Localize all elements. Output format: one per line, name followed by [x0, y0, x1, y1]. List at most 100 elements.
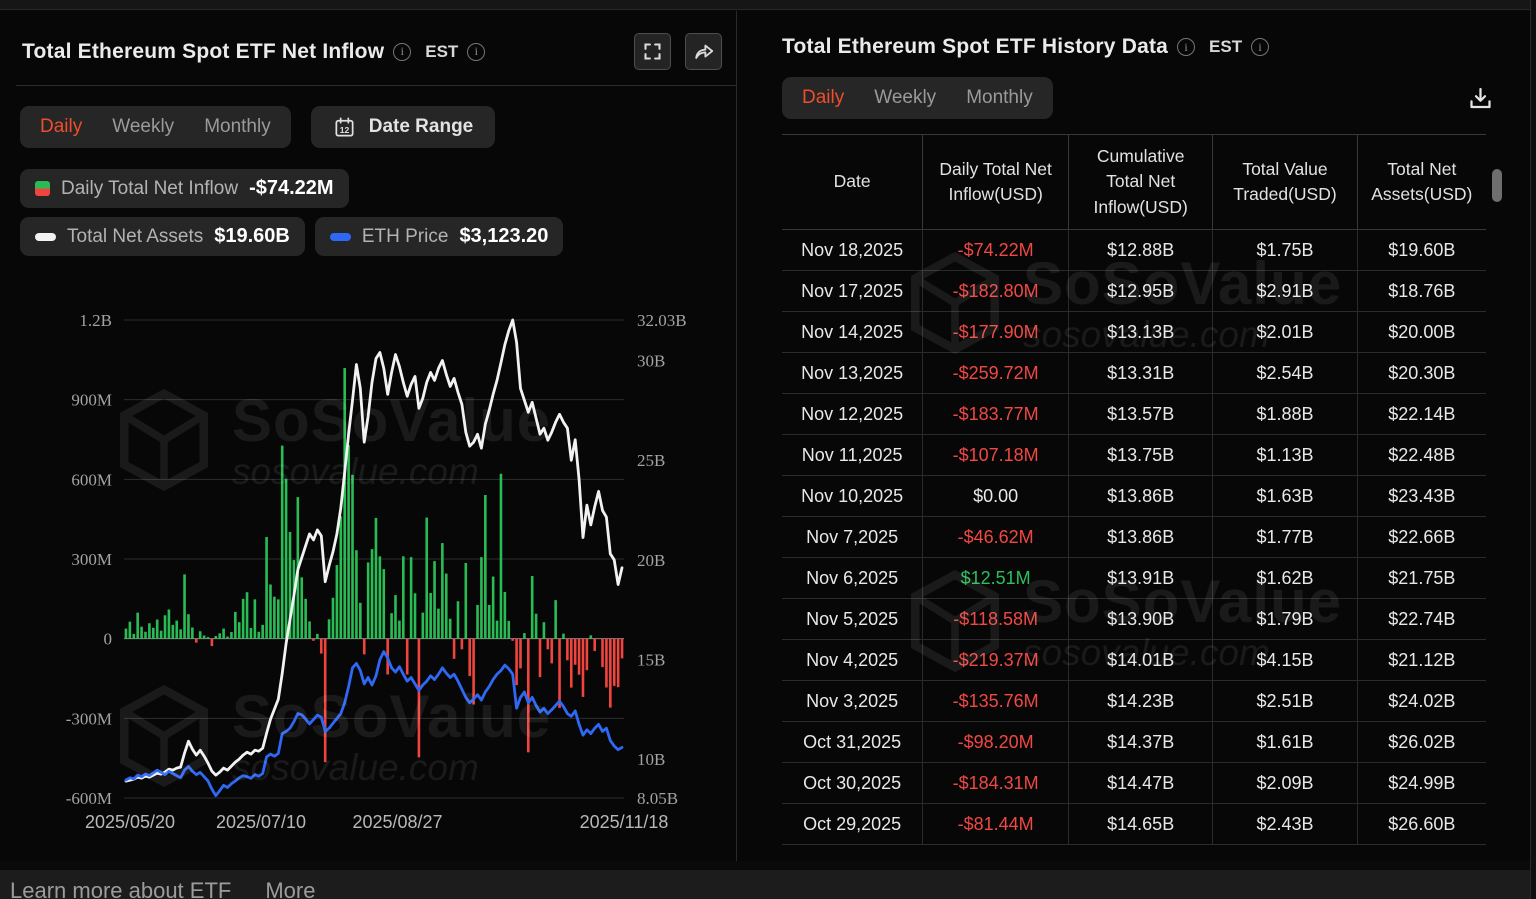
fullscreen-button[interactable]: [634, 33, 671, 70]
history-header: Total Ethereum Spot ETF History Data i E…: [782, 11, 1486, 59]
date-range-button[interactable]: 12 Date Range: [311, 106, 496, 148]
svg-text:12: 12: [339, 124, 349, 134]
blue-line-icon: [330, 233, 351, 241]
cumulative-cell: $13.13B: [1069, 312, 1213, 353]
est-label: EST: [1209, 37, 1242, 57]
info-icon[interactable]: i: [1177, 38, 1195, 56]
date-cell: Nov 6,2025: [782, 558, 923, 599]
est-info-icon[interactable]: i: [467, 43, 485, 61]
inflow-cell: -$46.62M: [923, 517, 1069, 558]
legend-net-inflow-label: Daily Total Net Inflow: [61, 178, 238, 200]
svg-text:2025/05/20: 2025/05/20: [85, 812, 175, 832]
share-button[interactable]: [685, 33, 722, 70]
inflow-cell: -$184.31M: [923, 763, 1069, 804]
assets-cell: $22.66B: [1357, 517, 1486, 558]
assets-cell: $18.76B: [1357, 271, 1486, 312]
inflow-cell: -$219.37M: [923, 640, 1069, 681]
cumulative-cell: $13.90B: [1069, 599, 1213, 640]
learn-more-text: Learn more about ETF: [10, 878, 231, 899]
tab-monthly[interactable]: Monthly: [204, 116, 271, 138]
table-row: Nov 17,2025-$182.80M$12.95B$2.91B$18.76B: [782, 271, 1486, 312]
inflow-cell: -$81.44M: [923, 804, 1069, 845]
assets-cell: $22.14B: [1357, 394, 1486, 435]
download-button[interactable]: [1467, 85, 1494, 112]
date-cell: Oct 31,2025: [782, 722, 923, 763]
inflow-cell: -$135.76M: [923, 681, 1069, 722]
svg-text:10B: 10B: [637, 750, 665, 769]
assets-cell: $19.60B: [1357, 230, 1486, 271]
date-cell: Nov 17,2025: [782, 271, 923, 312]
assets-cell: $20.30B: [1357, 353, 1486, 394]
tab-daily[interactable]: Daily: [40, 116, 82, 138]
date-cell: Nov 13,2025: [782, 353, 923, 394]
tab-weekly[interactable]: Weekly: [112, 116, 174, 138]
inflow-cell: -$98.20M: [923, 722, 1069, 763]
traded-cell: $2.91B: [1213, 271, 1357, 312]
table-row: Oct 30,2025-$184.31M$14.47B$2.09B$24.99B: [782, 763, 1486, 804]
history-table: Date Daily Total Net Inflow(USD) Cumulat…: [782, 134, 1486, 845]
cumulative-cell: $12.95B: [1069, 271, 1213, 312]
date-cell: Oct 29,2025: [782, 804, 923, 845]
legend-eth-label: ETH Price: [362, 226, 449, 248]
est-label: EST: [425, 42, 458, 62]
inflow-cell: -$74.22M: [923, 230, 1069, 271]
inflow-cell: -$177.90M: [923, 312, 1069, 353]
page-title: Total Ethereum Spot ETF Net Inflow: [22, 40, 384, 64]
table-scrollbar-thumb[interactable]: [1492, 169, 1502, 202]
traded-cell: $1.79B: [1213, 599, 1357, 640]
svg-text:25B: 25B: [637, 451, 665, 470]
tab-monthly[interactable]: Monthly: [966, 87, 1033, 109]
page-scrollbar[interactable]: [1530, 0, 1536, 899]
date-cell: Nov 5,2025: [782, 599, 923, 640]
legend-eth-value: $3,123.20: [459, 225, 548, 248]
tab-weekly[interactable]: Weekly: [874, 87, 936, 109]
date-cell: Nov 14,2025: [782, 312, 923, 353]
traded-cell: $2.43B: [1213, 804, 1357, 845]
col-date: Date: [782, 135, 923, 230]
cumulative-cell: $13.31B: [1069, 353, 1213, 394]
chart-canvas[interactable]: 1.2B900M600M300M0-300M-600M32.03B30B25B2…: [12, 300, 724, 858]
date-cell: Nov 12,2025: [782, 394, 923, 435]
table-row: Nov 18,2025-$74.22M$12.88B$1.75B$19.60B: [782, 230, 1486, 271]
table-row: Nov 5,2025-$118.58M$13.90B$1.79B$22.74B: [782, 599, 1486, 640]
table-row: Nov 12,2025-$183.77M$13.57B$1.88B$22.14B: [782, 394, 1486, 435]
tab-daily[interactable]: Daily: [802, 87, 844, 109]
est-info-icon[interactable]: i: [1251, 38, 1269, 56]
chart-legend: Daily Total Net Inflow -$74.22M Total Ne…: [20, 169, 736, 256]
more-link[interactable]: More: [265, 878, 315, 899]
col-cumulative-inflow: Cumulative Total Net Inflow(USD): [1069, 135, 1213, 230]
etf-net-inflow-chart[interactable]: SoSoValuesosovalue.com SoSoValuesosovalu…: [12, 300, 724, 858]
dashboard: Total Ethereum Spot ETF Net Inflow i EST…: [0, 11, 1530, 861]
fullscreen-icon: [642, 41, 663, 62]
inflow-cell: -$259.72M: [923, 353, 1069, 394]
cumulative-cell: $13.86B: [1069, 517, 1213, 558]
net-inflow-panel: Total Ethereum Spot ETF Net Inflow i EST…: [0, 11, 737, 861]
legend-assets-label: Total Net Assets: [67, 226, 203, 248]
history-title: Total Ethereum Spot ETF History Data: [782, 35, 1168, 59]
bar-legend-icon: [35, 181, 50, 196]
date-cell: Nov 11,2025: [782, 435, 923, 476]
legend-eth-price[interactable]: ETH Price $3,123.20: [315, 217, 564, 256]
traded-cell: $1.63B: [1213, 476, 1357, 517]
header-divider: [16, 85, 736, 86]
table-row: Nov 6,2025$12.51M$13.91B$1.62B$21.75B: [782, 558, 1486, 599]
legend-net-inflow[interactable]: Daily Total Net Inflow -$74.22M: [20, 169, 349, 208]
header-buttons: [634, 33, 722, 70]
date-cell: Nov 3,2025: [782, 681, 923, 722]
table-row: Oct 29,2025-$81.44M$14.65B$2.43B$26.60B: [782, 804, 1486, 845]
assets-cell: $22.48B: [1357, 435, 1486, 476]
inflow-cell: -$182.80M: [923, 271, 1069, 312]
svg-text:15B: 15B: [637, 650, 665, 669]
info-icon[interactable]: i: [393, 43, 411, 61]
svg-text:20B: 20B: [637, 551, 665, 570]
history-table-header: Date Daily Total Net Inflow(USD) Cumulat…: [782, 135, 1486, 230]
cumulative-cell: $13.75B: [1069, 435, 1213, 476]
svg-text:30B: 30B: [637, 351, 665, 370]
cumulative-cell: $14.23B: [1069, 681, 1213, 722]
traded-cell: $1.13B: [1213, 435, 1357, 476]
svg-text:-600M: -600M: [66, 789, 112, 808]
cumulative-cell: $13.57B: [1069, 394, 1213, 435]
legend-total-net-assets[interactable]: Total Net Assets $19.60B: [20, 217, 305, 256]
col-daily-net-inflow: Daily Total Net Inflow(USD): [923, 135, 1069, 230]
assets-cell: $21.12B: [1357, 640, 1486, 681]
